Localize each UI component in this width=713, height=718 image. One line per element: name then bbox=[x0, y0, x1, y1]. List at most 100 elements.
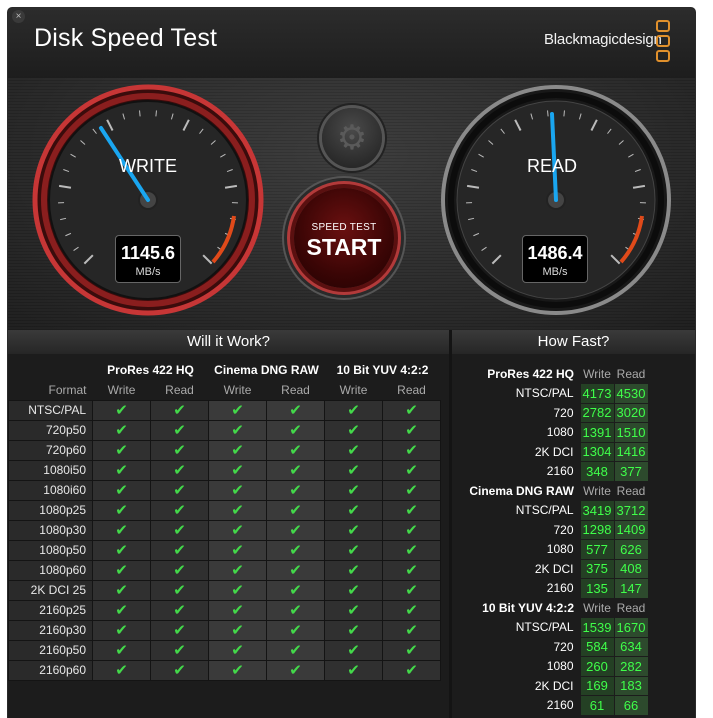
check-icon: ✔ bbox=[324, 659, 383, 681]
check-icon: ✔ bbox=[150, 439, 209, 461]
format-label: 2160p25 bbox=[8, 599, 93, 621]
write-fps-value: 61 bbox=[579, 695, 615, 716]
check-icon: ✔ bbox=[382, 419, 441, 441]
check-icon: ✔ bbox=[324, 539, 383, 561]
table-row: 1080p60 ✔ ✔ ✔ ✔ ✔ ✔ bbox=[8, 559, 441, 581]
will-it-work-heading: Will it Work? bbox=[8, 330, 449, 354]
check-icon: ✔ bbox=[150, 459, 209, 481]
table-row: 1080p25 ✔ ✔ ✔ ✔ ✔ ✔ bbox=[8, 499, 441, 521]
read-col-header: Read bbox=[281, 382, 310, 397]
check-icon: ✔ bbox=[150, 499, 209, 521]
read-fps-value: 1670 bbox=[613, 617, 649, 638]
resolution-label: NTSC/PAL bbox=[515, 386, 574, 401]
table-row: 2160 348 377 bbox=[452, 461, 649, 482]
group-name: 10 Bit YUV 4:2:2 bbox=[482, 600, 574, 615]
check-icon: ✔ bbox=[92, 499, 151, 521]
check-icon: ✔ bbox=[208, 599, 267, 621]
read-col-header: Read bbox=[616, 483, 646, 498]
check-icon: ✔ bbox=[208, 579, 267, 601]
check-icon: ✔ bbox=[382, 439, 441, 461]
gauge-tick bbox=[155, 110, 157, 117]
write-fps-value: 1304 bbox=[579, 441, 615, 462]
group-header: 10 Bit YUV 4:2:2 bbox=[336, 363, 429, 377]
check-icon: ✔ bbox=[208, 479, 267, 501]
check-icon: ✔ bbox=[150, 539, 209, 561]
table-row: 720 2782 3020 bbox=[452, 402, 649, 423]
check-icon: ✔ bbox=[324, 619, 383, 641]
write-fps-value: 1539 bbox=[579, 617, 615, 638]
group-header-row: ProRes 422 HQ Write Read bbox=[452, 364, 648, 384]
table-row: 720p60 ✔ ✔ ✔ ✔ ✔ ✔ bbox=[8, 439, 441, 461]
table-row: 2160 135 147 bbox=[452, 578, 649, 599]
read-unit: MB/s bbox=[542, 266, 568, 278]
start-button[interactable]: SPEED TEST START bbox=[294, 188, 394, 288]
format-label: 2K DCI 25 bbox=[8, 579, 93, 601]
write-readout: 1145.6 MB/s bbox=[115, 235, 181, 283]
format-header-spacer bbox=[9, 360, 93, 380]
check-icon: ✔ bbox=[324, 519, 383, 541]
table-row: 2K DCI 1304 1416 bbox=[452, 441, 649, 462]
check-icon: ✔ bbox=[92, 419, 151, 441]
group-header: ProRes 422 HQ bbox=[107, 363, 194, 377]
blackmagic-logo-icon bbox=[656, 20, 672, 66]
table-row: NTSC/PAL 3419 3712 bbox=[452, 500, 649, 521]
read-col-header: Read bbox=[165, 382, 194, 397]
read-fps-value: 3020 bbox=[613, 402, 649, 423]
read-value: 1486.4 bbox=[527, 243, 583, 263]
check-icon: ✔ bbox=[92, 459, 151, 481]
format-label: NTSC/PAL bbox=[8, 399, 93, 421]
check-icon: ✔ bbox=[150, 579, 209, 601]
format-label: 720p60 bbox=[8, 439, 93, 461]
read-fps-value: 66 bbox=[613, 695, 649, 716]
settings-button[interactable]: ⚙ bbox=[322, 108, 382, 168]
close-icon[interactable]: × bbox=[12, 10, 25, 23]
check-icon: ✔ bbox=[266, 419, 325, 441]
read-fps-value: 626 bbox=[613, 539, 649, 560]
check-icon: ✔ bbox=[92, 659, 151, 681]
check-icon: ✔ bbox=[92, 479, 151, 501]
check-icon: ✔ bbox=[382, 639, 441, 661]
write-fps-value: 169 bbox=[579, 675, 615, 696]
read-fps-value: 1416 bbox=[613, 441, 649, 462]
check-icon: ✔ bbox=[266, 619, 325, 641]
check-icon: ✔ bbox=[324, 599, 383, 621]
check-icon: ✔ bbox=[324, 439, 383, 461]
read-readout: 1486.4 MB/s bbox=[522, 235, 588, 283]
check-icon: ✔ bbox=[208, 659, 267, 681]
check-icon: ✔ bbox=[382, 499, 441, 521]
write-unit: MB/s bbox=[135, 266, 161, 278]
check-icon: ✔ bbox=[382, 399, 441, 421]
check-icon: ✔ bbox=[92, 439, 151, 461]
table-row: 1080p50 ✔ ✔ ✔ ✔ ✔ ✔ bbox=[8, 539, 441, 561]
check-icon: ✔ bbox=[266, 439, 325, 461]
check-icon: ✔ bbox=[92, 619, 151, 641]
table-row: 2160p50 ✔ ✔ ✔ ✔ ✔ ✔ bbox=[8, 639, 441, 661]
check-icon: ✔ bbox=[92, 579, 151, 601]
format-label: 1080p25 bbox=[8, 499, 93, 521]
read-fps-value: 147 bbox=[613, 578, 649, 599]
check-icon: ✔ bbox=[92, 399, 151, 421]
check-icon: ✔ bbox=[208, 419, 267, 441]
write-fps-value: 3419 bbox=[579, 500, 615, 521]
read-col-header: Read bbox=[397, 382, 426, 397]
resolution-label: NTSC/PAL bbox=[515, 503, 574, 518]
check-icon: ✔ bbox=[382, 599, 441, 621]
write-fps-value: 135 bbox=[579, 578, 615, 599]
gauge-tick bbox=[547, 110, 549, 117]
table-row: 2K DCI 169 183 bbox=[452, 675, 649, 696]
format-label: 1080p60 bbox=[8, 559, 93, 581]
table-row: 1080 1391 1510 bbox=[452, 422, 649, 443]
check-icon: ✔ bbox=[150, 559, 209, 581]
read-col-header: Read bbox=[616, 600, 646, 615]
resolution-label: 1080 bbox=[546, 542, 574, 557]
write-fps-value: 348 bbox=[579, 461, 615, 482]
check-icon: ✔ bbox=[208, 539, 267, 561]
read-gauge bbox=[441, 85, 671, 315]
write-col-header: Write bbox=[107, 382, 136, 397]
check-icon: ✔ bbox=[208, 519, 267, 541]
check-icon: ✔ bbox=[382, 519, 441, 541]
group-name: Cinema DNG RAW bbox=[469, 483, 574, 498]
check-icon: ✔ bbox=[266, 519, 325, 541]
check-icon: ✔ bbox=[324, 459, 383, 481]
check-icon: ✔ bbox=[150, 659, 209, 681]
